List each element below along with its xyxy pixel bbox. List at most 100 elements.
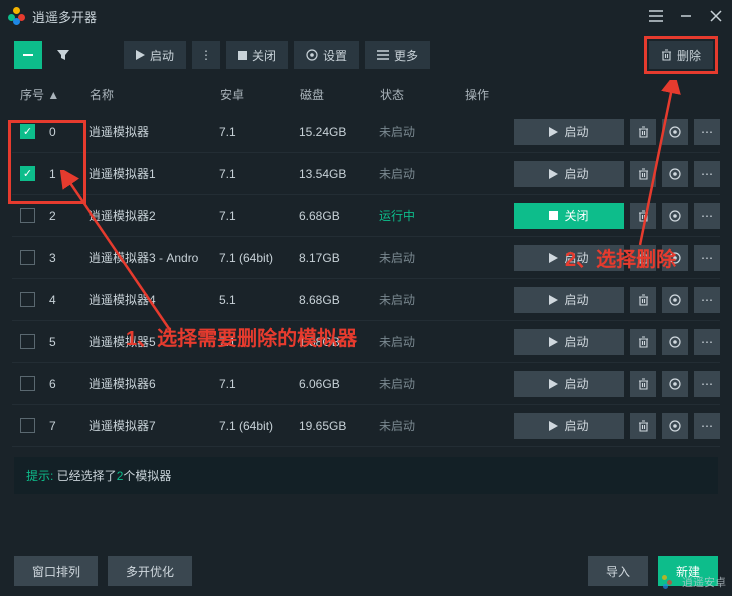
row-settings-button[interactable] bbox=[662, 413, 688, 439]
table-row: 4逍遥模拟器45.18.68GB未启动启动⋯ bbox=[12, 279, 720, 321]
row-close-button[interactable]: 关闭 bbox=[514, 203, 624, 229]
row-seq: 6 bbox=[49, 377, 89, 391]
row-start-button[interactable]: 启动 bbox=[514, 329, 624, 355]
col-ops: 操作 bbox=[465, 86, 718, 103]
row-android: 7.1 bbox=[219, 125, 299, 139]
row-checkbox[interactable] bbox=[20, 166, 35, 181]
col-name: 名称 bbox=[90, 86, 220, 103]
table-row: 1逍遥模拟器17.113.54GB未启动启动⋯ bbox=[12, 153, 720, 195]
hint-prefix: 已经选择了 bbox=[57, 469, 117, 483]
filter-icon[interactable] bbox=[48, 48, 78, 62]
play-icon bbox=[549, 253, 558, 263]
row-delete-button[interactable] bbox=[630, 371, 656, 397]
row-android: 7.1 bbox=[219, 167, 299, 181]
gear-icon bbox=[669, 210, 681, 222]
trash-icon bbox=[638, 252, 649, 264]
row-checkbox[interactable] bbox=[20, 334, 35, 349]
minimize-icon[interactable] bbox=[678, 8, 694, 24]
multi-optimize-button[interactable]: 多开优化 bbox=[108, 556, 192, 586]
footer: 窗口排列 多开优化 导入 新建 bbox=[0, 556, 732, 586]
gear-icon bbox=[669, 252, 681, 264]
row-name: 逍遥模拟器1 bbox=[89, 165, 219, 182]
row-settings-button[interactable] bbox=[662, 329, 688, 355]
row-name: 逍遥模拟器 bbox=[89, 123, 219, 140]
row-delete-button[interactable] bbox=[630, 413, 656, 439]
row-more-button[interactable]: ⋯ bbox=[694, 203, 720, 229]
start-more-button[interactable]: ⋮ bbox=[192, 41, 220, 69]
row-start-button[interactable]: 启动 bbox=[514, 119, 624, 145]
close-icon[interactable] bbox=[708, 8, 724, 24]
row-android: 7.1 bbox=[219, 377, 299, 391]
row-settings-button[interactable] bbox=[662, 287, 688, 313]
row-delete-button[interactable] bbox=[630, 287, 656, 313]
hint-label: 提示: bbox=[26, 469, 57, 483]
close-button[interactable]: 关闭 bbox=[226, 41, 288, 69]
trash-icon bbox=[638, 210, 649, 222]
more-button[interactable]: 更多 bbox=[365, 41, 430, 69]
more-icon: ⋯ bbox=[701, 377, 713, 391]
row-checkbox[interactable] bbox=[20, 250, 35, 265]
row-checkbox[interactable] bbox=[20, 376, 35, 391]
row-settings-button[interactable] bbox=[662, 203, 688, 229]
gear-icon bbox=[669, 126, 681, 138]
table-row: 0逍遥模拟器7.115.24GB未启动启动⋯ bbox=[12, 111, 720, 153]
col-seq[interactable]: 序号 ▲ bbox=[20, 86, 90, 103]
app-logo-icon bbox=[8, 7, 26, 25]
row-delete-button[interactable] bbox=[630, 119, 656, 145]
row-start-button[interactable]: 启动 bbox=[514, 245, 624, 271]
start-button[interactable]: 启动 bbox=[124, 41, 186, 69]
table-row: 6逍遥模拟器67.16.06GB未启动启动⋯ bbox=[12, 363, 720, 405]
row-more-button[interactable]: ⋯ bbox=[694, 413, 720, 439]
import-button[interactable]: 导入 bbox=[588, 556, 648, 586]
row-status: 未启动 bbox=[379, 417, 464, 434]
watermark-logo-icon bbox=[659, 575, 673, 589]
row-seq: 4 bbox=[49, 293, 89, 307]
play-icon bbox=[549, 379, 558, 389]
row-disk: 13.54GB bbox=[299, 167, 379, 181]
row-settings-button[interactable] bbox=[662, 245, 688, 271]
row-more-button[interactable]: ⋯ bbox=[694, 245, 720, 271]
row-start-button[interactable]: 启动 bbox=[514, 161, 624, 187]
row-disk: 15.24GB bbox=[299, 125, 379, 139]
row-settings-button[interactable] bbox=[662, 119, 688, 145]
row-checkbox[interactable] bbox=[20, 208, 35, 223]
gear-icon bbox=[669, 168, 681, 180]
row-checkbox[interactable] bbox=[20, 124, 35, 139]
window-arrange-button[interactable]: 窗口排列 bbox=[14, 556, 98, 586]
row-more-button[interactable]: ⋯ bbox=[694, 161, 720, 187]
watermark: 逍遥安卓 bbox=[659, 574, 726, 590]
settings-button[interactable]: 设置 bbox=[294, 41, 359, 69]
row-status: 未启动 bbox=[379, 123, 464, 140]
gear-icon bbox=[669, 420, 681, 432]
row-start-button[interactable]: 启动 bbox=[514, 287, 624, 313]
row-status: 未启动 bbox=[379, 291, 464, 308]
row-seq: 2 bbox=[49, 209, 89, 223]
row-checkbox[interactable] bbox=[20, 292, 35, 307]
row-delete-button[interactable] bbox=[630, 329, 656, 355]
row-more-button[interactable]: ⋯ bbox=[694, 371, 720, 397]
row-delete-button[interactable] bbox=[630, 161, 656, 187]
hint-suffix: 个模拟器 bbox=[123, 469, 171, 483]
row-checkbox[interactable] bbox=[20, 418, 35, 433]
menu-icon[interactable] bbox=[648, 8, 664, 24]
play-icon bbox=[549, 295, 558, 305]
select-all-button[interactable] bbox=[14, 41, 42, 69]
row-start-button[interactable]: 启动 bbox=[514, 413, 624, 439]
row-more-button[interactable]: ⋯ bbox=[694, 287, 720, 313]
row-settings-button[interactable] bbox=[662, 161, 688, 187]
row-settings-button[interactable] bbox=[662, 371, 688, 397]
stop-icon bbox=[549, 211, 558, 220]
more-icon: ⋯ bbox=[701, 335, 713, 349]
row-ops: 启动 ⋯ bbox=[514, 413, 720, 439]
row-name: 逍遥模拟器3 - Andro bbox=[89, 249, 219, 266]
col-disk: 磁盘 bbox=[300, 86, 380, 103]
delete-button[interactable]: 删除 bbox=[649, 41, 713, 69]
more-icon: ⋯ bbox=[701, 251, 713, 265]
row-start-button[interactable]: 启动 bbox=[514, 371, 624, 397]
row-android: 7.1 bbox=[219, 335, 299, 349]
row-delete-button[interactable] bbox=[630, 203, 656, 229]
trash-icon bbox=[638, 168, 649, 180]
row-more-button[interactable]: ⋯ bbox=[694, 329, 720, 355]
row-delete-button[interactable] bbox=[630, 245, 656, 271]
row-more-button[interactable]: ⋯ bbox=[694, 119, 720, 145]
